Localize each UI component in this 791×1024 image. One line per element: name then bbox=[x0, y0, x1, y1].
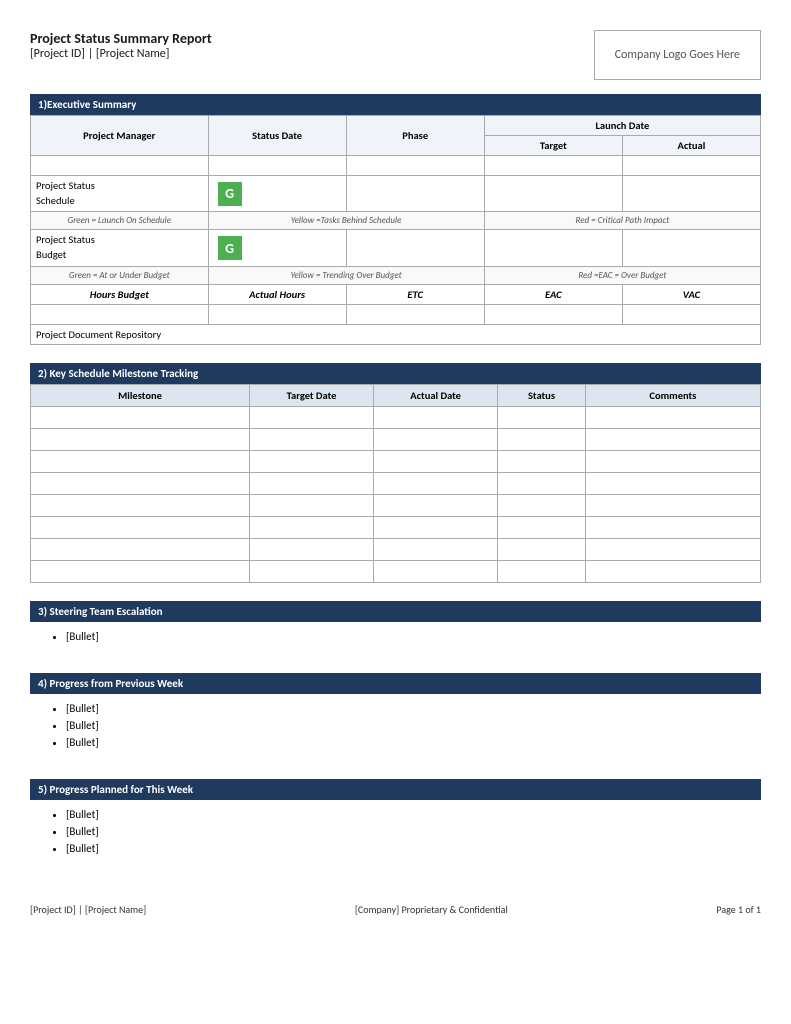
steering-team-header: 3) Steering Team Escalation bbox=[30, 601, 761, 622]
milestone-row bbox=[31, 428, 761, 450]
legend-red-budget: Red =EAC = Over Budget bbox=[484, 266, 760, 284]
budget-cols-header-row: Hours Budget Actual Hours ETC EAC VAC bbox=[31, 284, 761, 304]
legend-green-schedule: Green = Launch On Schedule bbox=[31, 212, 209, 230]
budget-row: Project StatusBudget G bbox=[31, 230, 761, 266]
list-item: [Bullet] bbox=[66, 825, 745, 838]
etc-header: ETC bbox=[346, 284, 484, 304]
budget-status-indicator: G bbox=[218, 236, 242, 260]
page-footer: [Project ID] | [Project Name] [Company] … bbox=[30, 897, 761, 916]
steering-team-bullets: [Bullet] bbox=[30, 622, 761, 655]
budget-status-cell: G bbox=[208, 230, 346, 266]
logo-text: Company Logo Goes Here bbox=[615, 48, 740, 62]
footer-center: [Company] Proprietary & Confidential bbox=[355, 903, 508, 916]
list-item: [Bullet] bbox=[66, 630, 745, 643]
col-launch-date: Launch Date bbox=[484, 116, 760, 136]
budget-label: Project StatusBudget bbox=[31, 230, 209, 266]
progress-planned-header: 5) Progress Planned for This Week bbox=[30, 779, 761, 800]
project-id-name: [Project ID] | [Project Name] bbox=[30, 47, 212, 61]
milestone-header-row: Milestone Target Date Actual Date Status… bbox=[31, 384, 761, 406]
budget-legend-row: Green = At or Under Budget Yellow = Tren… bbox=[31, 266, 761, 284]
milestone-row bbox=[31, 560, 761, 582]
milestone-row bbox=[31, 538, 761, 560]
exec-data-row-1 bbox=[31, 156, 761, 176]
milestone-table: Milestone Target Date Actual Date Status… bbox=[30, 384, 761, 583]
col-status-date: Status Date bbox=[208, 116, 346, 156]
target-date-col: Target Date bbox=[250, 384, 374, 406]
report-title: Project Status Summary Report [Project I… bbox=[30, 30, 212, 61]
eac-header: EAC bbox=[484, 284, 622, 304]
budget-data-row bbox=[31, 304, 761, 324]
executive-summary-section: 1)Executive Summary Project Manager Stat… bbox=[30, 94, 761, 345]
hours-budget-header: Hours Budget bbox=[31, 284, 209, 304]
report-title-text: Project Status Summary Report bbox=[30, 30, 212, 47]
milestone-row bbox=[31, 450, 761, 472]
list-item: [Bullet] bbox=[66, 842, 745, 855]
milestone-section-header: 2) Key Schedule Milestone Tracking bbox=[30, 363, 761, 384]
list-item: [Bullet] bbox=[66, 702, 745, 715]
milestone-tracking-section: 2) Key Schedule Milestone Tracking Miles… bbox=[30, 363, 761, 583]
progress-planned-section: 5) Progress Planned for This Week [Bulle… bbox=[30, 779, 761, 867]
legend-green-budget: Green = At or Under Budget bbox=[31, 266, 209, 284]
steering-bullet-list: [Bullet] bbox=[46, 630, 745, 643]
footer-left: [Project ID] | [Project Name] bbox=[30, 903, 146, 916]
progress-previous-bullets: [Bullet] [Bullet] [Bullet] bbox=[30, 694, 761, 761]
exec-header-row: Project Manager Status Date Phase Launch… bbox=[31, 116, 761, 136]
progress-previous-header: 4) Progress from Previous Week bbox=[30, 673, 761, 694]
milestone-row bbox=[31, 516, 761, 538]
milestone-row bbox=[31, 406, 761, 428]
executive-summary-table: Project Manager Status Date Phase Launch… bbox=[30, 115, 761, 345]
list-item: [Bullet] bbox=[66, 719, 745, 732]
milestone-col: Milestone bbox=[31, 384, 250, 406]
footer-right: Page 1 of 1 bbox=[716, 903, 761, 916]
schedule-status-cell: G bbox=[208, 176, 346, 212]
status-col: Status bbox=[498, 384, 586, 406]
col-target: Target bbox=[484, 136, 622, 156]
col-actual: Actual bbox=[622, 136, 760, 156]
steering-team-section: 3) Steering Team Escalation [Bullet] bbox=[30, 601, 761, 655]
progress-planned-bullets: [Bullet] [Bullet] [Bullet] bbox=[30, 800, 761, 867]
legend-red-schedule: Red = Critical Path Impact bbox=[484, 212, 760, 230]
schedule-row: Project StatusSchedule G bbox=[31, 176, 761, 212]
vac-header: VAC bbox=[622, 284, 760, 304]
actual-hours-header: Actual Hours bbox=[208, 284, 346, 304]
actual-date-col: Actual Date bbox=[374, 384, 498, 406]
legend-yellow-schedule: Yellow =Tasks Behind Schedule bbox=[208, 212, 484, 230]
schedule-status-indicator: G bbox=[218, 182, 242, 206]
progress-previous-section: 4) Progress from Previous Week [Bullet][… bbox=[30, 673, 761, 761]
schedule-legend-row: Green = Launch On Schedule Yellow =Tasks… bbox=[31, 212, 761, 230]
page-header: Project Status Summary Report [Project I… bbox=[30, 30, 761, 80]
schedule-label: Project StatusSchedule bbox=[31, 176, 209, 212]
col-project-manager: Project Manager bbox=[31, 116, 209, 156]
milestone-row bbox=[31, 494, 761, 516]
planned-bullet-list: [Bullet] [Bullet] [Bullet] bbox=[46, 808, 745, 855]
company-logo: Company Logo Goes Here bbox=[594, 30, 761, 80]
comments-col: Comments bbox=[585, 384, 760, 406]
list-item: [Bullet] bbox=[66, 808, 745, 821]
list-item: [Bullet] bbox=[66, 736, 745, 749]
legend-yellow-budget: Yellow = Trending Over Budget bbox=[208, 266, 484, 284]
milestone-row bbox=[31, 472, 761, 494]
executive-summary-header: 1)Executive Summary bbox=[30, 94, 761, 115]
previous-bullet-list: [Bullet] [Bullet] [Bullet] bbox=[46, 702, 745, 749]
col-phase: Phase bbox=[346, 116, 484, 156]
doc-repo-row: Project Document Repository bbox=[31, 324, 761, 344]
doc-repo-label: Project Document Repository bbox=[31, 324, 761, 344]
